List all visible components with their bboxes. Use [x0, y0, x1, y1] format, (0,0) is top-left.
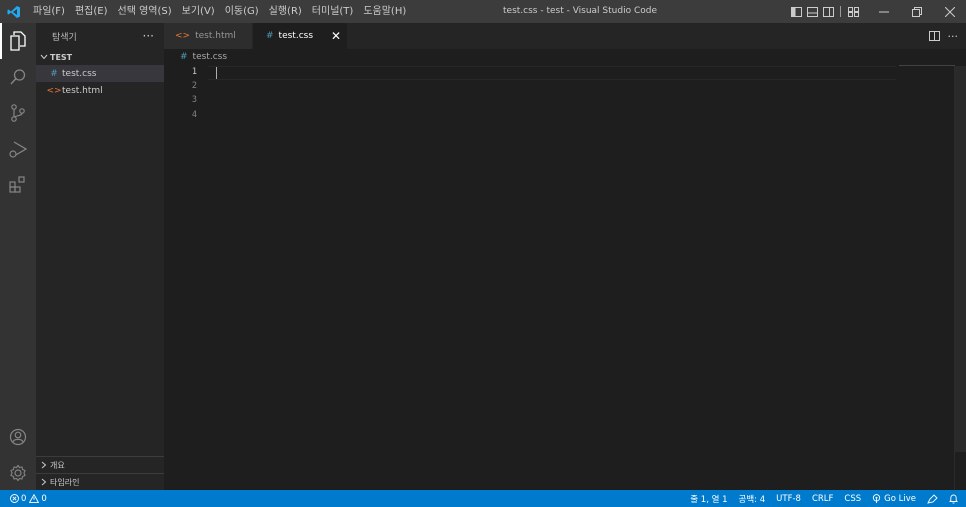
close-tab-icon[interactable]: ✕	[331, 29, 341, 43]
vertical-scrollbar[interactable]	[954, 66, 966, 490]
settings-gear-icon[interactable]	[0, 455, 36, 491]
chevron-down-icon	[38, 54, 50, 60]
breadcrumb-file[interactable]: test.css	[193, 52, 227, 62]
language-mode[interactable]: CSS	[844, 494, 861, 504]
go-live-label: Go Live	[884, 493, 916, 504]
more-actions-icon[interactable]: ···	[143, 23, 154, 49]
error-count: 0	[21, 493, 27, 504]
menu-edit[interactable]: 편집(E)	[70, 0, 113, 23]
explorer-sidebar: 탐색기 ··· TEST # test.css <> test.html 개요 …	[36, 23, 164, 490]
customize-layout-icon[interactable]	[846, 0, 860, 23]
end-of-line[interactable]: CRLF	[812, 494, 833, 504]
line-number: 3	[191, 95, 197, 105]
active-indicator	[0, 23, 2, 59]
search-icon[interactable]	[0, 59, 36, 95]
error-icon	[10, 494, 19, 503]
timeline-section[interactable]: 타임라인	[36, 473, 164, 490]
css-file-icon: #	[180, 52, 188, 62]
status-problems[interactable]: 0 0	[0, 494, 47, 504]
go-live-button[interactable]: Go Live	[872, 494, 916, 504]
tab-test-css[interactable]: # test.css ✕	[253, 23, 347, 49]
folder-header-test[interactable]: TEST	[36, 49, 164, 65]
menu-terminal[interactable]: 터미널(T)	[307, 0, 359, 23]
tab-test-html[interactable]: <> test.html	[164, 23, 252, 49]
menu-bar: 파일(F) 편집(E) 선택 영역(S) 보기(V) 이동(G) 실행(R) 터…	[28, 0, 411, 23]
warning-count: 0	[41, 493, 47, 504]
tab-label: test.html	[195, 31, 236, 41]
close-window-icon[interactable]	[933, 0, 966, 23]
timeline-label: 타임라인	[50, 477, 80, 487]
menu-view[interactable]: 보기(V)	[177, 0, 220, 23]
html-file-icon: <>	[46, 85, 62, 96]
source-control-icon[interactable]	[0, 95, 36, 131]
more-actions-icon[interactable]: ···	[948, 30, 959, 43]
minimap-edge	[899, 65, 955, 66]
menu-run[interactable]: 실행(R)	[264, 0, 307, 23]
editor-tab-bar: <> test.html # test.css ✕ ···	[164, 23, 966, 49]
toggle-primary-sidebar-icon[interactable]	[789, 0, 803, 23]
feedback-icon[interactable]	[927, 493, 938, 504]
menu-file[interactable]: 파일(F)	[28, 0, 70, 23]
sidebar-header: 탐색기 ···	[36, 23, 164, 49]
toggle-secondary-sidebar-icon[interactable]	[821, 0, 835, 23]
split-editor-icon[interactable]	[928, 31, 940, 41]
file-name: test.css	[62, 68, 97, 79]
restore-icon[interactable]	[900, 0, 933, 23]
extensions-icon[interactable]	[0, 167, 36, 203]
sidebar-title: 탐색기	[52, 32, 77, 43]
title-bar-controls	[788, 0, 966, 23]
folder-name: TEST	[50, 52, 73, 62]
title-bar: 파일(F) 편집(E) 선택 영역(S) 보기(V) 이동(G) 실행(R) 터…	[0, 0, 966, 23]
accounts-icon[interactable]	[0, 419, 36, 455]
warning-icon	[29, 494, 40, 503]
line-number: 4	[191, 110, 197, 120]
toggle-panel-icon[interactable]	[805, 0, 819, 23]
file-item-test-html[interactable]: <> test.html	[36, 82, 164, 99]
status-right: 줄 1, 열 1 공백: 4 UTF-8 CRLF CSS Go Live	[679, 490, 958, 507]
notifications-bell-icon[interactable]	[949, 494, 958, 504]
outline-section[interactable]: 개요	[36, 456, 164, 473]
vscode-logo-icon[interactable]	[0, 0, 28, 23]
menu-help[interactable]: 도움말(H)	[358, 0, 411, 23]
activity-bar	[0, 23, 36, 490]
chevron-right-icon	[38, 461, 50, 469]
run-debug-icon[interactable]	[0, 131, 36, 167]
file-name: test.html	[62, 85, 103, 96]
bottom-sections: 개요 타임라인	[36, 456, 164, 490]
line-number: 2	[191, 81, 197, 91]
status-bar: 0 0 줄 1, 열 1 공백: 4 UTF-8 CRLF CSS Go Liv…	[0, 490, 966, 507]
window-title: test.css - test - Visual Studio Code	[503, 6, 657, 16]
outline-label: 개요	[50, 460, 65, 470]
html-file-icon: <>	[175, 31, 191, 41]
breadcrumb: # test.css	[164, 49, 966, 65]
css-file-icon: #	[266, 31, 274, 41]
file-item-test-css[interactable]: # test.css	[36, 65, 164, 82]
css-file-icon: #	[50, 68, 58, 79]
broadcast-icon	[872, 494, 881, 503]
title-separator	[840, 6, 841, 17]
menu-go[interactable]: 이동(G)	[220, 0, 264, 23]
text-cursor	[216, 67, 217, 79]
cursor-position[interactable]: 줄 1, 열 1	[690, 493, 727, 505]
current-line-highlight	[208, 66, 896, 80]
encoding[interactable]: UTF-8	[776, 494, 801, 504]
chevron-right-icon	[38, 478, 50, 486]
tab-label: test.css	[278, 31, 314, 41]
editor-actions: ···	[928, 23, 959, 49]
line-number: 1	[191, 67, 197, 77]
minimize-icon[interactable]	[867, 0, 900, 23]
indentation[interactable]: 공백: 4	[739, 493, 766, 505]
code-editor[interactable]: 1 2 3 4	[164, 65, 966, 490]
scrollbar-thumb[interactable]	[955, 66, 966, 452]
explorer-icon[interactable]	[0, 23, 36, 59]
menu-selection[interactable]: 선택 영역(S)	[113, 0, 177, 23]
